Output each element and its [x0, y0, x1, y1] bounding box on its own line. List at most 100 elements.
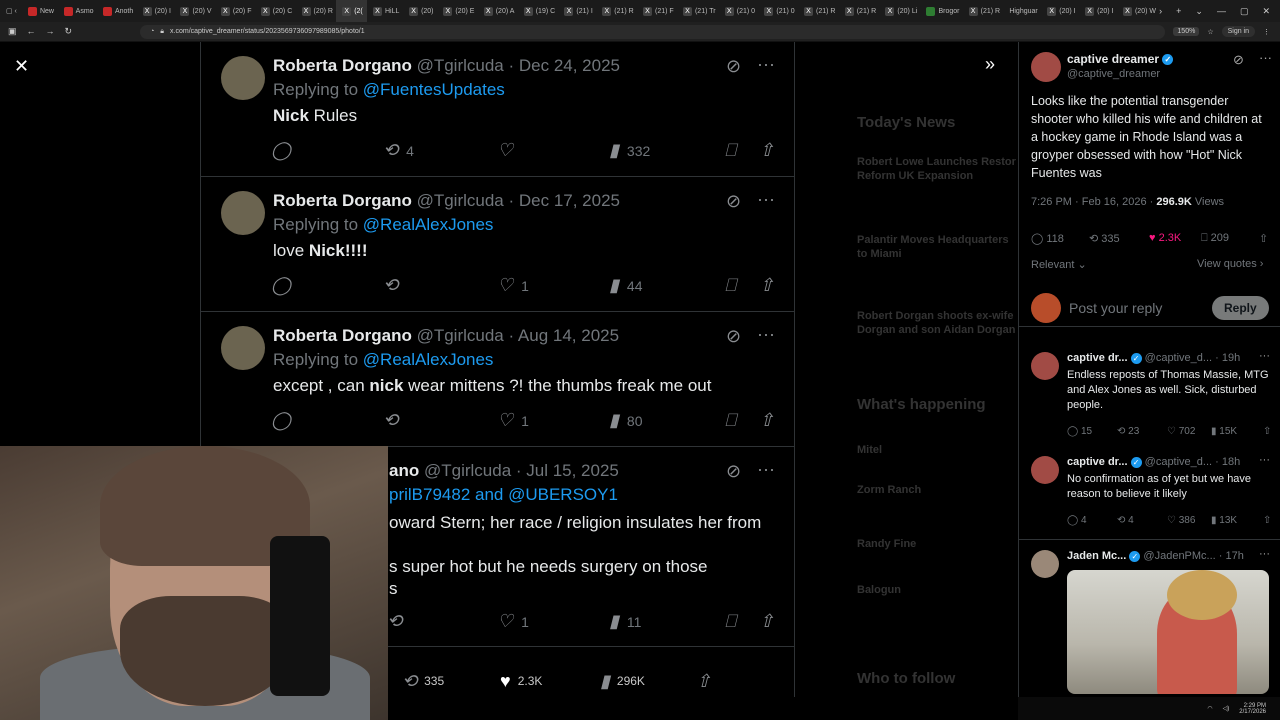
grok-icon[interactable]: ⊘ [726, 56, 741, 77]
author-name[interactable]: Roberta Dorgano [273, 326, 412, 345]
zoom-level[interactable]: 150% [1173, 27, 1200, 36]
reply-action[interactable]: ◯ 118 [1031, 232, 1064, 245]
reply-action[interactable]: ◯ [271, 275, 291, 296]
thread-tweet[interactable]: Roberta Dorgano @Tgirlcuda · Aug 14, 202… [201, 312, 794, 447]
back-icon[interactable]: ← [27, 26, 36, 37]
repost-action[interactable]: ⟲ [383, 410, 398, 431]
browser-tab[interactable]: X (21) R [839, 0, 880, 22]
url-field[interactable]: ◔ 🔒︎ x.com/captive_dreamer/status/202356… [140, 24, 1166, 39]
reply-action[interactable]: ◯ 4 [1067, 515, 1087, 526]
repost-action[interactable]: ⟲ [383, 275, 398, 296]
volume-icon[interactable]: ◁) [1223, 705, 1230, 712]
more-icon[interactable]: ··· [1259, 50, 1272, 65]
url-text[interactable]: x.com/captive_dreamer/status/20235697360… [170, 28, 365, 35]
browser-tab[interactable]: X (20) C [255, 0, 296, 22]
author-handle[interactable]: @captive_dreamer [1067, 68, 1160, 80]
close-icon[interactable]: ✕ [14, 56, 29, 77]
thread-tweet[interactable]: Roberta Dorgano @Tgirlcuda · Dec 17, 202… [201, 177, 794, 312]
replying-link[interactable]: prilB79482 and @UBERSOY1 [389, 485, 618, 504]
photo-views-action[interactable]: ▮ 296K [600, 671, 645, 692]
like-action[interactable]: ♥ 2.3K [1149, 232, 1181, 244]
like-action[interactable]: ♡ [497, 140, 521, 161]
browser-tab[interactable]: X HiLL [367, 0, 403, 22]
like-action[interactable]: ♡ 386 [1167, 515, 1195, 526]
reply-author[interactable]: Jaden Mc... [1067, 550, 1126, 562]
bookmark-icon[interactable]: ⎕ [725, 410, 736, 431]
grok-icon[interactable]: ⊘ [726, 191, 741, 212]
browser-tab[interactable]: X (21) 0 [719, 0, 759, 22]
author-name[interactable]: Roberta Dorgano [273, 191, 412, 210]
reply-action[interactable]: ◯ 15 [1067, 426, 1092, 437]
bookmark-action[interactable]: ⎕ 209 [1201, 232, 1229, 245]
more-icon[interactable]: ··· [1259, 454, 1270, 466]
signin-button[interactable]: Sign in [1221, 26, 1255, 37]
browser-tab[interactable]: Anoth [97, 0, 137, 22]
avatar[interactable] [1031, 52, 1061, 82]
like-action[interactable]: ♡ 1 [497, 275, 529, 296]
like-action[interactable]: ♡ 702 [1167, 426, 1195, 437]
photo-like-action[interactable]: ♥ 2.3K [500, 671, 542, 692]
reply-author[interactable]: captive dr... [1067, 456, 1128, 468]
tab-actions-icon[interactable]: ▢ ‹ [0, 0, 22, 22]
repost-action[interactable]: ⟲ 4 [1117, 515, 1134, 526]
browser-tab[interactable]: X (20) Li [879, 0, 920, 22]
repost-action[interactable]: ⟲ 335 [1089, 232, 1120, 245]
author-name[interactable]: Roberta Dorgano [273, 56, 412, 75]
maximize-icon[interactable]: ▢ [1240, 6, 1249, 17]
views-action[interactable]: ▮ 80 [609, 410, 642, 431]
browser-tab[interactable]: X (20) A [478, 0, 518, 22]
share-icon[interactable]: ⇧ [696, 671, 711, 692]
bookmark-icon[interactable]: ⎕ [725, 275, 736, 296]
grok-icon[interactable]: ⊘ [726, 461, 741, 482]
replying-link[interactable]: @RealAlexJones [363, 350, 494, 369]
browser-tab[interactable]: Brogor [920, 0, 962, 22]
browser-tab[interactable]: X (20) E [437, 0, 477, 22]
share-icon[interactable]: ⇧ [1263, 515, 1271, 526]
replying-link[interactable]: @RealAlexJones [363, 215, 494, 234]
author-name[interactable]: ano [389, 461, 419, 480]
replying-link[interactable]: @FuentesUpdates [363, 80, 505, 99]
views-action[interactable]: ▮ 332 [609, 140, 650, 161]
browser-tab[interactable]: X (19) C [518, 0, 559, 22]
browser-tab[interactable]: X (21) 0 [758, 0, 798, 22]
view-quotes-link[interactable]: View quotes › [1197, 258, 1263, 270]
more-icon[interactable]: ··· [1259, 350, 1270, 362]
sidebar-toggle-icon[interactable]: ▣ [8, 26, 17, 37]
tab-scroll-icon[interactable]: › [1159, 6, 1162, 17]
avatar[interactable] [221, 56, 265, 100]
browser-tab[interactable]: X (20) I [1041, 0, 1079, 22]
bookmark-icon[interactable]: ⎕ [725, 611, 736, 632]
collapse-panel-icon[interactable]: » [985, 54, 995, 75]
reply-item[interactable]: Jaden Mc... ✓ @JadenPMc... · 17h ··· [1019, 540, 1280, 697]
star-icon[interactable]: ☆ [1207, 28, 1213, 36]
browser-tab[interactable]: X (20) R [296, 0, 337, 22]
network-icon[interactable]: ◠ [1207, 705, 1212, 712]
clock[interactable]: 2:29 PM 2/17/2026 [1239, 703, 1266, 715]
reply-input[interactable]: Post your reply [1069, 300, 1162, 316]
browser-tab[interactable]: X (20) I [137, 0, 175, 22]
reply-item[interactable]: captive dr... ✓ @captive_d... · 18h ··· … [1019, 446, 1280, 536]
grok-icon[interactable]: ⊘ [1233, 52, 1244, 68]
reload-icon[interactable]: ↻ [65, 26, 73, 37]
reply-item[interactable]: captive dr... ✓ @captive_d... · 19h ··· … [1019, 342, 1280, 442]
tab-list-icon[interactable]: ⌄ [1195, 6, 1203, 17]
browser-tab[interactable]: X (20) I [1079, 0, 1117, 22]
browser-tab[interactable]: X (21) Tr [677, 0, 719, 22]
thread-tweet[interactable]: Roberta Dorgano @Tgirlcuda · Dec 24, 202… [201, 42, 794, 177]
browser-tab[interactable]: X (21) R [963, 0, 1004, 22]
forward-icon[interactable]: → [46, 26, 55, 37]
minimize-icon[interactable]: — [1217, 6, 1226, 17]
more-icon[interactable]: ··· [1259, 548, 1270, 560]
browser-tab[interactable]: Asmo [58, 0, 97, 22]
share-icon[interactable]: ⇧ [1259, 232, 1268, 245]
browser-tab[interactable]: X (20) [403, 0, 437, 22]
more-icon[interactable]: ··· [757, 54, 775, 75]
menu-icon[interactable]: ⋮ [1263, 28, 1270, 36]
like-action[interactable]: ♡ 1 [497, 410, 529, 431]
browser-tab[interactable]: X (21) F [637, 0, 677, 22]
views-action[interactable]: ▮ 11 [609, 611, 641, 632]
reply-button[interactable]: Reply [1212, 296, 1269, 320]
reply-action[interactable]: ◯ [271, 410, 291, 431]
browser-tab[interactable]: New [22, 0, 58, 22]
photo-repost-action[interactable]: ⟲ 335 [402, 671, 444, 692]
